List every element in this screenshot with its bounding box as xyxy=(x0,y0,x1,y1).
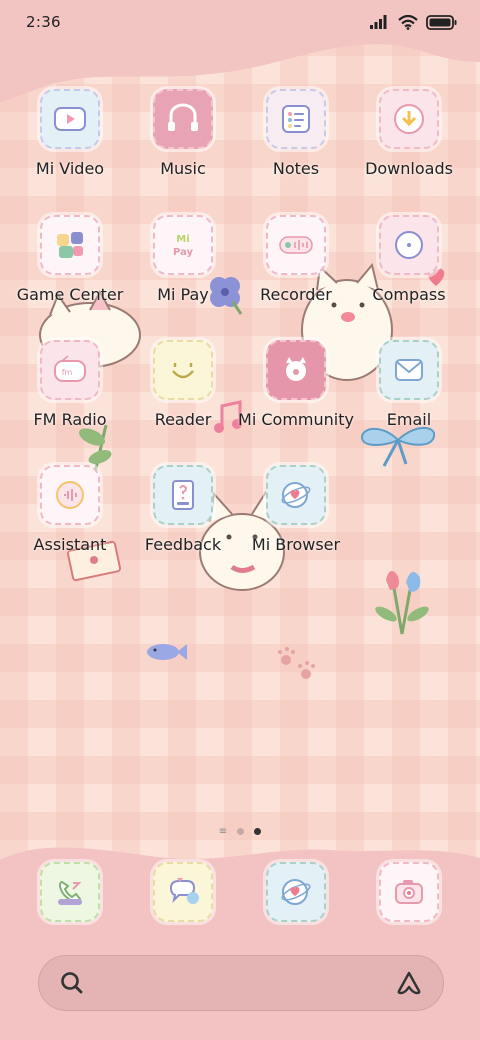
ai-assistant-icon[interactable] xyxy=(395,970,423,996)
notes-icon xyxy=(282,105,310,133)
status-icons xyxy=(370,14,458,30)
radio-icon: fm xyxy=(54,355,86,382)
reader-tile[interactable] xyxy=(153,340,213,400)
page-dot[interactable] xyxy=(237,828,245,835)
app-email[interactable]: Email xyxy=(353,340,465,450)
svg-text:fm: fm xyxy=(62,368,73,377)
search-icon[interactable] xyxy=(59,970,85,996)
app-label: FM Radio xyxy=(33,410,107,429)
notes-tile[interactable] xyxy=(266,89,326,149)
game-icon xyxy=(57,232,83,258)
video-icon xyxy=(54,107,86,131)
phone-icon xyxy=(58,880,82,905)
email-icon xyxy=(395,359,423,381)
feedback-tile[interactable] xyxy=(153,465,213,525)
app-game-center[interactable]: Game Center xyxy=(14,215,126,325)
browser-icon xyxy=(281,879,311,905)
mi-pay-tile[interactable]: Mi Pay xyxy=(153,215,213,275)
camera-tile[interactable] xyxy=(379,862,439,922)
tulip-decoration xyxy=(375,570,429,635)
search-bar[interactable] xyxy=(38,955,444,1011)
svg-text:Mi: Mi xyxy=(176,234,189,245)
reader-icon xyxy=(172,363,194,379)
music-icon xyxy=(168,103,198,131)
app-mi-community[interactable]: Mi Community xyxy=(238,340,354,450)
app-downloads[interactable]: Downloads xyxy=(353,89,465,199)
fish-decoration xyxy=(147,644,187,660)
community-icon xyxy=(286,357,306,381)
paw-prints-decoration xyxy=(278,647,315,679)
compass-icon xyxy=(395,231,423,259)
wifi-icon xyxy=(398,14,418,30)
app-fm-radio[interactable]: fm FM Radio xyxy=(14,340,126,450)
browser-icon xyxy=(281,482,311,508)
assistant-tile[interactable] xyxy=(40,465,100,525)
app-label: Mi Video xyxy=(35,159,105,178)
app-label: Downloads xyxy=(365,159,453,178)
dock-messages[interactable] xyxy=(127,862,239,926)
game-center-tile[interactable] xyxy=(40,215,100,275)
app-label: Assistant xyxy=(33,535,107,554)
app-feedback[interactable]: Feedback xyxy=(127,465,239,575)
messages-tile[interactable] xyxy=(153,862,213,922)
email-tile[interactable] xyxy=(379,340,439,400)
app-assistant[interactable]: Assistant xyxy=(14,465,126,575)
fm-radio-tile[interactable]: fm xyxy=(40,340,100,400)
assistant-icon xyxy=(56,481,84,509)
app-label: Game Center xyxy=(16,285,124,304)
pay-icon: Mi Pay xyxy=(173,234,194,258)
recorder-icon xyxy=(279,236,313,254)
music-tile[interactable] xyxy=(153,89,213,149)
mi-community-tile[interactable] xyxy=(266,340,326,400)
app-mi-pay[interactable]: Mi Pay Mi Pay xyxy=(127,215,239,325)
app-reader[interactable]: Reader xyxy=(127,340,239,450)
page-dot-active[interactable] xyxy=(254,828,262,835)
download-icon xyxy=(394,104,424,134)
app-label: Music xyxy=(160,159,206,178)
dock-phone[interactable] xyxy=(14,862,126,926)
dock-camera[interactable] xyxy=(353,862,465,926)
app-label: Recorder xyxy=(260,285,332,304)
app-notes[interactable]: Notes xyxy=(240,89,352,199)
app-label: Mi Browser xyxy=(251,535,341,554)
dock-browser-tile[interactable] xyxy=(266,862,326,922)
recorder-tile[interactable] xyxy=(266,215,326,275)
phone-tile[interactable] xyxy=(40,862,100,922)
mi-browser-tile[interactable] xyxy=(266,465,326,525)
app-mi-video[interactable]: Mi Video xyxy=(14,89,126,199)
app-label: Mi Community xyxy=(238,410,354,429)
app-compass[interactable]: Compass xyxy=(353,215,465,325)
app-label: Feedback xyxy=(144,535,222,554)
camera-icon xyxy=(395,880,423,904)
messages-icon xyxy=(169,878,199,904)
compass-tile[interactable] xyxy=(379,215,439,275)
menu-lines-icon[interactable]: ≡ xyxy=(219,827,227,837)
status-bar: 2:36 xyxy=(0,0,480,44)
app-label: Reader xyxy=(154,410,212,429)
app-label: Notes xyxy=(272,159,320,178)
battery-icon xyxy=(426,14,457,30)
status-time: 2:36 xyxy=(26,13,61,31)
app-label: Email xyxy=(386,410,432,429)
app-label: Mi Pay xyxy=(157,285,209,304)
downloads-tile[interactable] xyxy=(379,89,439,149)
app-recorder[interactable]: Recorder xyxy=(240,215,352,325)
app-music[interactable]: Music xyxy=(127,89,239,199)
dock-browser[interactable] xyxy=(240,862,352,926)
page-indicator[interactable]: ≡ xyxy=(0,827,480,837)
signal-icon xyxy=(370,15,387,29)
app-mi-browser[interactable]: Mi Browser xyxy=(240,465,352,575)
svg-text:Pay: Pay xyxy=(173,247,194,258)
feedback-icon xyxy=(172,480,194,510)
app-label: Compass xyxy=(372,285,446,304)
mi-video-tile[interactable] xyxy=(40,89,100,149)
